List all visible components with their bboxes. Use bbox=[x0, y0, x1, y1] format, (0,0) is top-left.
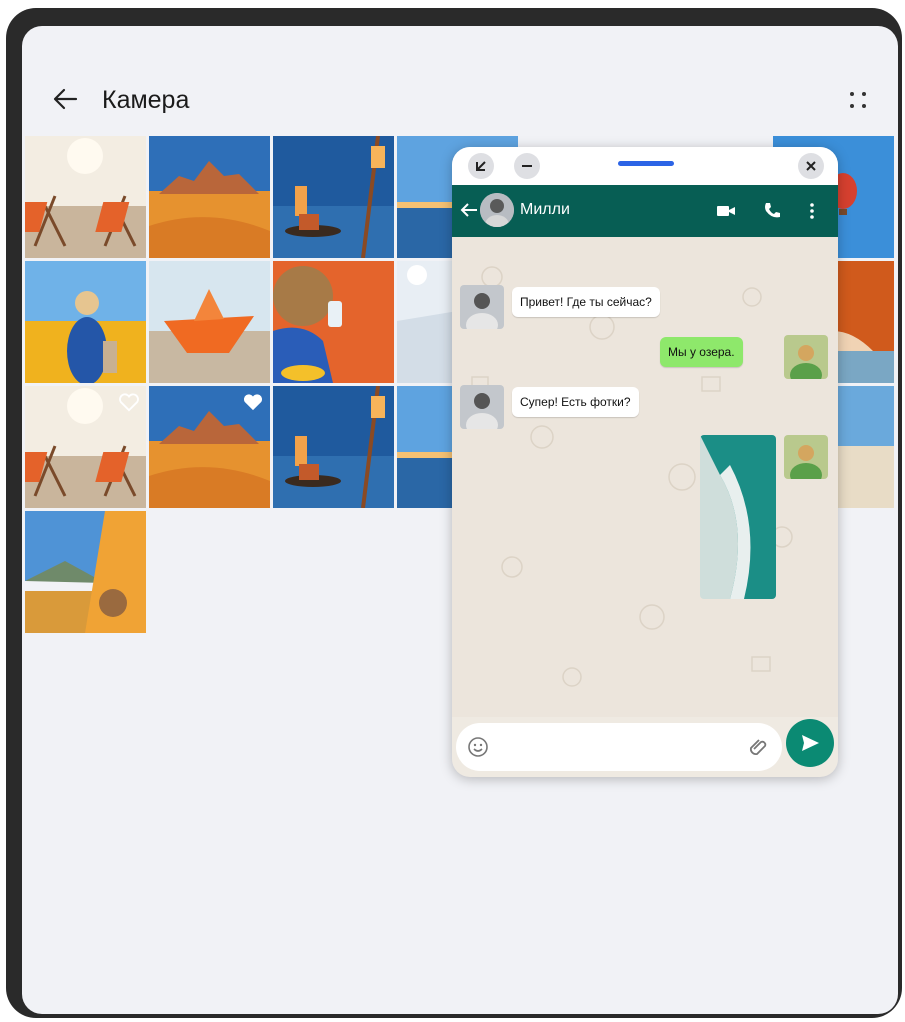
photo-thumbnail-lantern-sea[interactable] bbox=[273, 386, 394, 508]
message-input[interactable] bbox=[456, 723, 782, 771]
minimize-icon[interactable] bbox=[514, 153, 540, 179]
photo-thumbnail-paper-boat[interactable] bbox=[149, 261, 270, 383]
message-image[interactable] bbox=[700, 435, 776, 599]
avatar[interactable] bbox=[460, 385, 504, 429]
photo-thumbnail-desert-rocks[interactable] bbox=[149, 136, 270, 258]
avatar[interactable] bbox=[784, 435, 828, 479]
drag-handle[interactable] bbox=[618, 161, 674, 166]
gallery-header: Камера bbox=[22, 26, 898, 136]
avatar[interactable] bbox=[784, 335, 828, 379]
message-bubble-incoming[interactable]: Супер! Есть фотки? bbox=[512, 387, 639, 417]
photo-thumbnail-woman-field[interactable] bbox=[25, 261, 146, 383]
page-title: Камера bbox=[102, 86, 190, 114]
photo-thumbnail-lantern-sea[interactable] bbox=[273, 136, 394, 258]
send-icon bbox=[802, 735, 819, 751]
chat-header: Милли bbox=[452, 185, 838, 237]
message-bubble-outgoing[interactable]: Мы у озера. bbox=[660, 337, 743, 367]
resize-icon[interactable] bbox=[468, 153, 494, 179]
photo-thumbnail-beach-items[interactable] bbox=[273, 261, 394, 383]
chat-messages: Привет! Где ты сейчас? Мы у озера. Супер… bbox=[452, 237, 838, 717]
photo-thumbnail-tent-bear[interactable] bbox=[25, 511, 146, 633]
arrow-left-icon[interactable] bbox=[458, 199, 480, 221]
more-dots-icon[interactable] bbox=[848, 90, 868, 110]
window-title-bar[interactable] bbox=[452, 147, 838, 185]
phone-icon[interactable] bbox=[760, 199, 784, 223]
heart-filled-icon[interactable] bbox=[242, 392, 264, 412]
more-vertical-icon[interactable] bbox=[800, 199, 824, 223]
message-bubble-incoming[interactable]: Привет! Где ты сейчас? bbox=[512, 287, 660, 317]
heart-outline-icon[interactable] bbox=[118, 392, 140, 412]
photo-thumbnail-beach-chairs[interactable] bbox=[25, 386, 146, 508]
floating-chat-window: Милли Привет! Где ты сейчас? Мы у озера.… bbox=[452, 147, 838, 777]
gallery-screen: Камера Милли Привет! Где ты сейчас? Мы у… bbox=[22, 26, 898, 1014]
contact-name[interactable]: Милли bbox=[520, 201, 570, 219]
photo-thumbnail-desert-rocks[interactable] bbox=[149, 386, 270, 508]
emoji-icon[interactable] bbox=[466, 735, 490, 759]
close-icon[interactable] bbox=[798, 153, 824, 179]
attachment-icon[interactable] bbox=[748, 735, 770, 759]
avatar[interactable] bbox=[460, 285, 504, 329]
photo-thumbnail-beach-chairs[interactable] bbox=[25, 136, 146, 258]
video-call-icon[interactable] bbox=[714, 199, 738, 223]
arrow-left-icon[interactable] bbox=[50, 84, 80, 114]
avatar[interactable] bbox=[480, 193, 514, 227]
send-button[interactable] bbox=[786, 719, 834, 767]
